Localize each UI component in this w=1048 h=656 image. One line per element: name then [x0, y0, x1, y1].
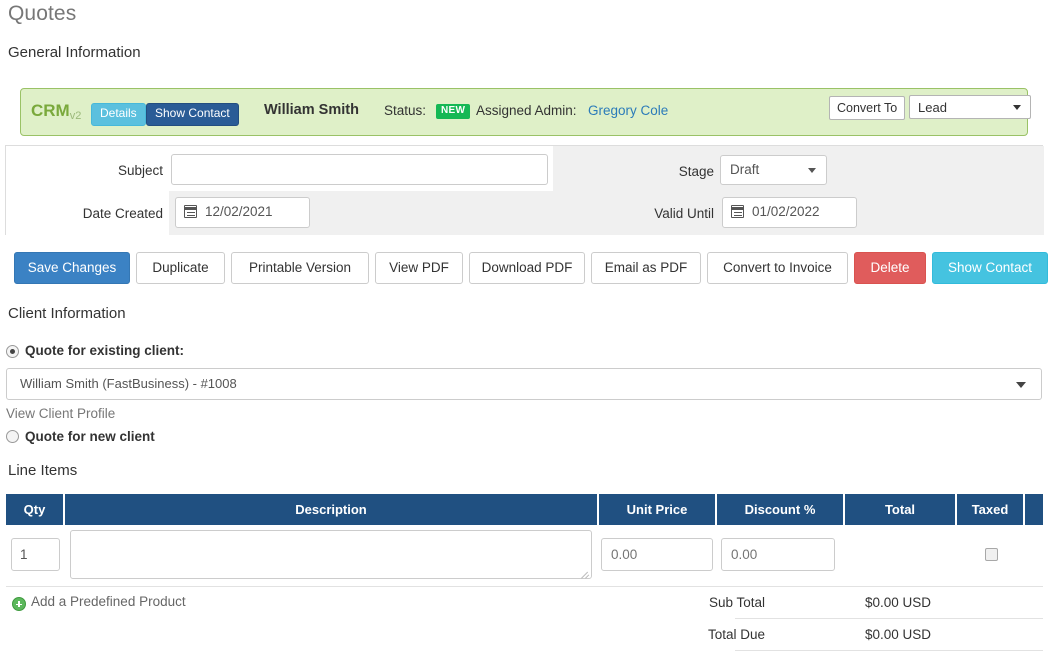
convert-to-button[interactable]: Convert To [829, 96, 906, 121]
status-label: Status: [384, 103, 427, 118]
action-button-view-pdf[interactable]: View PDF [375, 252, 463, 284]
line-item-taxed-checkbox[interactable] [985, 548, 998, 561]
client-information-heading: Client Information [8, 305, 126, 322]
crm-banner: CRMv2 Details Show Contact William Smith… [20, 88, 1031, 136]
chevron-down-icon [1013, 105, 1021, 110]
crm-logo-text: CRM [31, 101, 70, 120]
column-header-description: Description [65, 494, 597, 525]
action-button-delete[interactable]: Delete [854, 252, 926, 284]
crm-logo: CRMv2 [31, 101, 82, 122]
action-button-email-as-pdf[interactable]: Email as PDF [591, 252, 701, 284]
sub-total-label: Sub Total [708, 595, 765, 610]
action-button-download-pdf[interactable]: Download PDF [469, 252, 585, 284]
chevron-down-icon [1016, 382, 1026, 388]
line-item-qty-input[interactable] [11, 538, 60, 571]
view-client-profile-link[interactable]: View Client Profile [6, 406, 115, 421]
add-predefined-product-label: Add a Predefined Product [31, 594, 186, 609]
details-button[interactable]: Details [91, 103, 146, 126]
stage-select[interactable]: Draft [720, 155, 827, 185]
line-item-description-input[interactable] [70, 530, 592, 579]
radio-new-client-label[interactable]: Quote for new client [25, 429, 155, 444]
column-header-unit-price: Unit Price [599, 494, 715, 525]
plus-circle-icon [12, 597, 26, 611]
column-header-discount: Discount % [717, 494, 843, 525]
status-badge: NEW [436, 104, 471, 119]
divider [6, 586, 1043, 587]
subject-label: Subject [117, 163, 163, 178]
client-select-value: William Smith (FastBusiness) - #1008 [20, 376, 237, 391]
action-button-duplicate[interactable]: Duplicate [136, 252, 225, 284]
stage-label: Stage [678, 164, 714, 179]
date-created-value: 12/02/2021 [205, 204, 273, 219]
divider [735, 650, 1043, 651]
assigned-admin-label: Assigned Admin: [476, 103, 577, 118]
column-header-taxed: Taxed [957, 494, 1023, 525]
total-due-value: $0.00 USD [865, 627, 932, 642]
radio-existing-client-label[interactable]: Quote for existing client: [25, 343, 184, 358]
calendar-icon [731, 205, 744, 218]
column-header-total: Total [845, 494, 955, 525]
action-button-printable-version[interactable]: Printable Version [231, 252, 369, 284]
action-button-convert-to-invoice[interactable]: Convert to Invoice [707, 252, 848, 284]
divider [735, 618, 1043, 619]
line-items-heading: Line Items [8, 462, 78, 479]
line-item-discount-input[interactable] [721, 538, 835, 571]
banner-show-contact-button[interactable]: Show Contact [146, 103, 239, 126]
radio-new-client[interactable] [6, 430, 19, 443]
column-header-qty: Qty [6, 494, 63, 525]
action-button-save-changes[interactable]: Save Changes [14, 252, 130, 284]
date-created-label: Date Created [82, 206, 163, 221]
valid-until-label: Valid Until [654, 206, 714, 221]
general-information-heading: General Information [8, 44, 141, 61]
quotes-page: Quotes General Information CRMv2 Details… [0, 0, 1048, 656]
stage-select-value: Draft [730, 162, 760, 177]
general-information-panel: Subject Date Created 12/02/2021 Stage Dr… [5, 145, 1044, 235]
contact-name: William Smith [264, 102, 359, 118]
chevron-down-icon [808, 168, 816, 173]
line-item-unit-price-input[interactable] [601, 538, 713, 571]
convert-to-select-value: Lead [918, 100, 947, 115]
radio-existing-client[interactable] [6, 345, 19, 358]
sub-total-value: $0.00 USD [865, 595, 932, 610]
calendar-icon [184, 205, 197, 218]
subject-input[interactable] [171, 154, 548, 185]
column-header-actions [1025, 494, 1043, 525]
total-due-label: Total Due [707, 627, 765, 642]
crm-logo-version: v2 [69, 110, 82, 122]
valid-until-value: 01/02/2022 [752, 204, 820, 219]
client-select[interactable]: William Smith (FastBusiness) - #1008 [6, 368, 1042, 400]
action-button-show-contact[interactable]: Show Contact [932, 252, 1048, 284]
date-created-input[interactable]: 12/02/2021 [175, 197, 310, 228]
convert-to-select[interactable]: Lead [909, 95, 1031, 119]
assigned-admin-link[interactable]: Gregory Cole [588, 103, 668, 118]
page-title: Quotes [8, 2, 77, 25]
valid-until-input[interactable]: 01/02/2022 [722, 197, 857, 228]
